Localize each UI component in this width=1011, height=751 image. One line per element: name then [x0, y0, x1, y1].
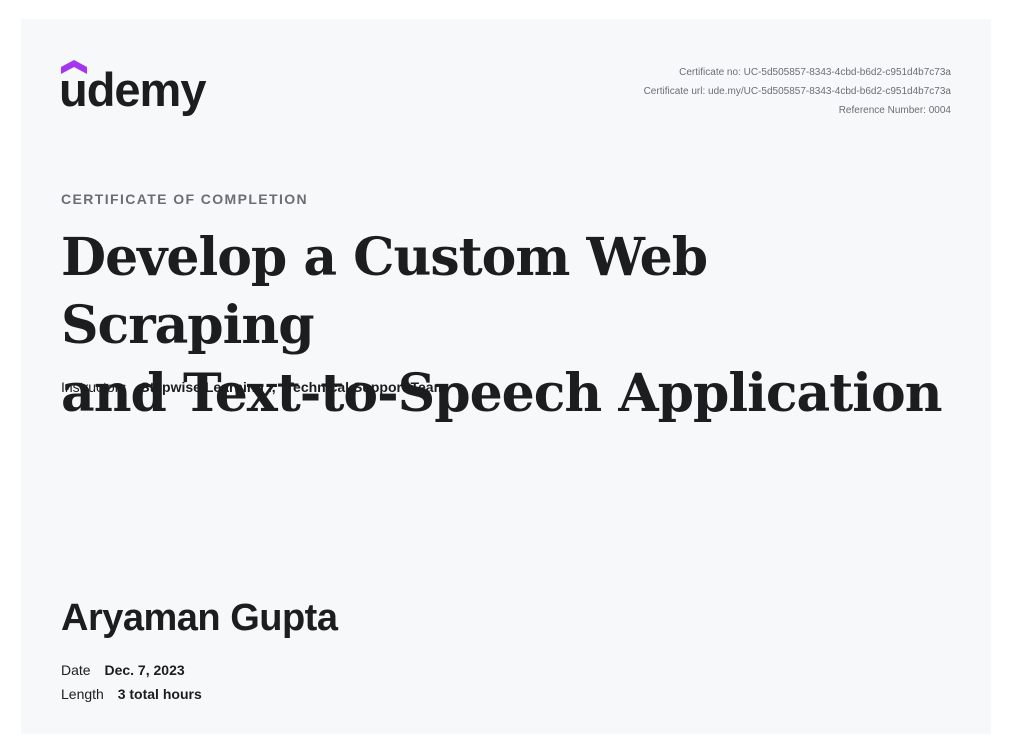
- instructor-separator: ,: [271, 379, 276, 395]
- certificate-url: Certificate url: ude.my/UC-5d505857-8343…: [643, 86, 951, 97]
- certificate-meta: Certificate no: UC-5d505857-8343-4cbd-b6…: [644, 63, 951, 120]
- certificate-card: udemy Certificate no: UC-5d505857-8343-4…: [21, 19, 991, 734]
- certificate-kicker: CERTIFICATE OF COMPLETION: [61, 191, 309, 207]
- length-label: Length: [61, 686, 104, 702]
- reference-number: Reference Number: 0004: [838, 105, 951, 116]
- length-value: 3 total hours: [117, 686, 202, 702]
- instructor-name: Stepwise Learning .: [140, 379, 272, 395]
- date-label: Date: [61, 662, 91, 678]
- date-value: Dec. 7, 2023: [104, 662, 185, 678]
- udemy-logo: udemy: [59, 57, 229, 123]
- certificate-number: Certificate no: UC-5d505857-8343-4cbd-b6…: [679, 67, 951, 78]
- instructor-name: Technical Support Team: [285, 379, 447, 395]
- completion-date: Date Dec. 7, 2023: [61, 662, 185, 678]
- course-title-line-1: Develop a Custom Web Scraping: [61, 227, 708, 356]
- recipient-name: Aryaman Gupta: [61, 597, 338, 639]
- course-length: Length 3 total hours: [61, 686, 202, 702]
- instructors-label: Instructors: [61, 379, 127, 395]
- instructors: Instructors Stepwise Learning ., Technic…: [61, 379, 446, 395]
- logo-cap-icon: [61, 60, 87, 74]
- course-title: Develop a Custom Web Scraping and Text-t…: [61, 224, 961, 428]
